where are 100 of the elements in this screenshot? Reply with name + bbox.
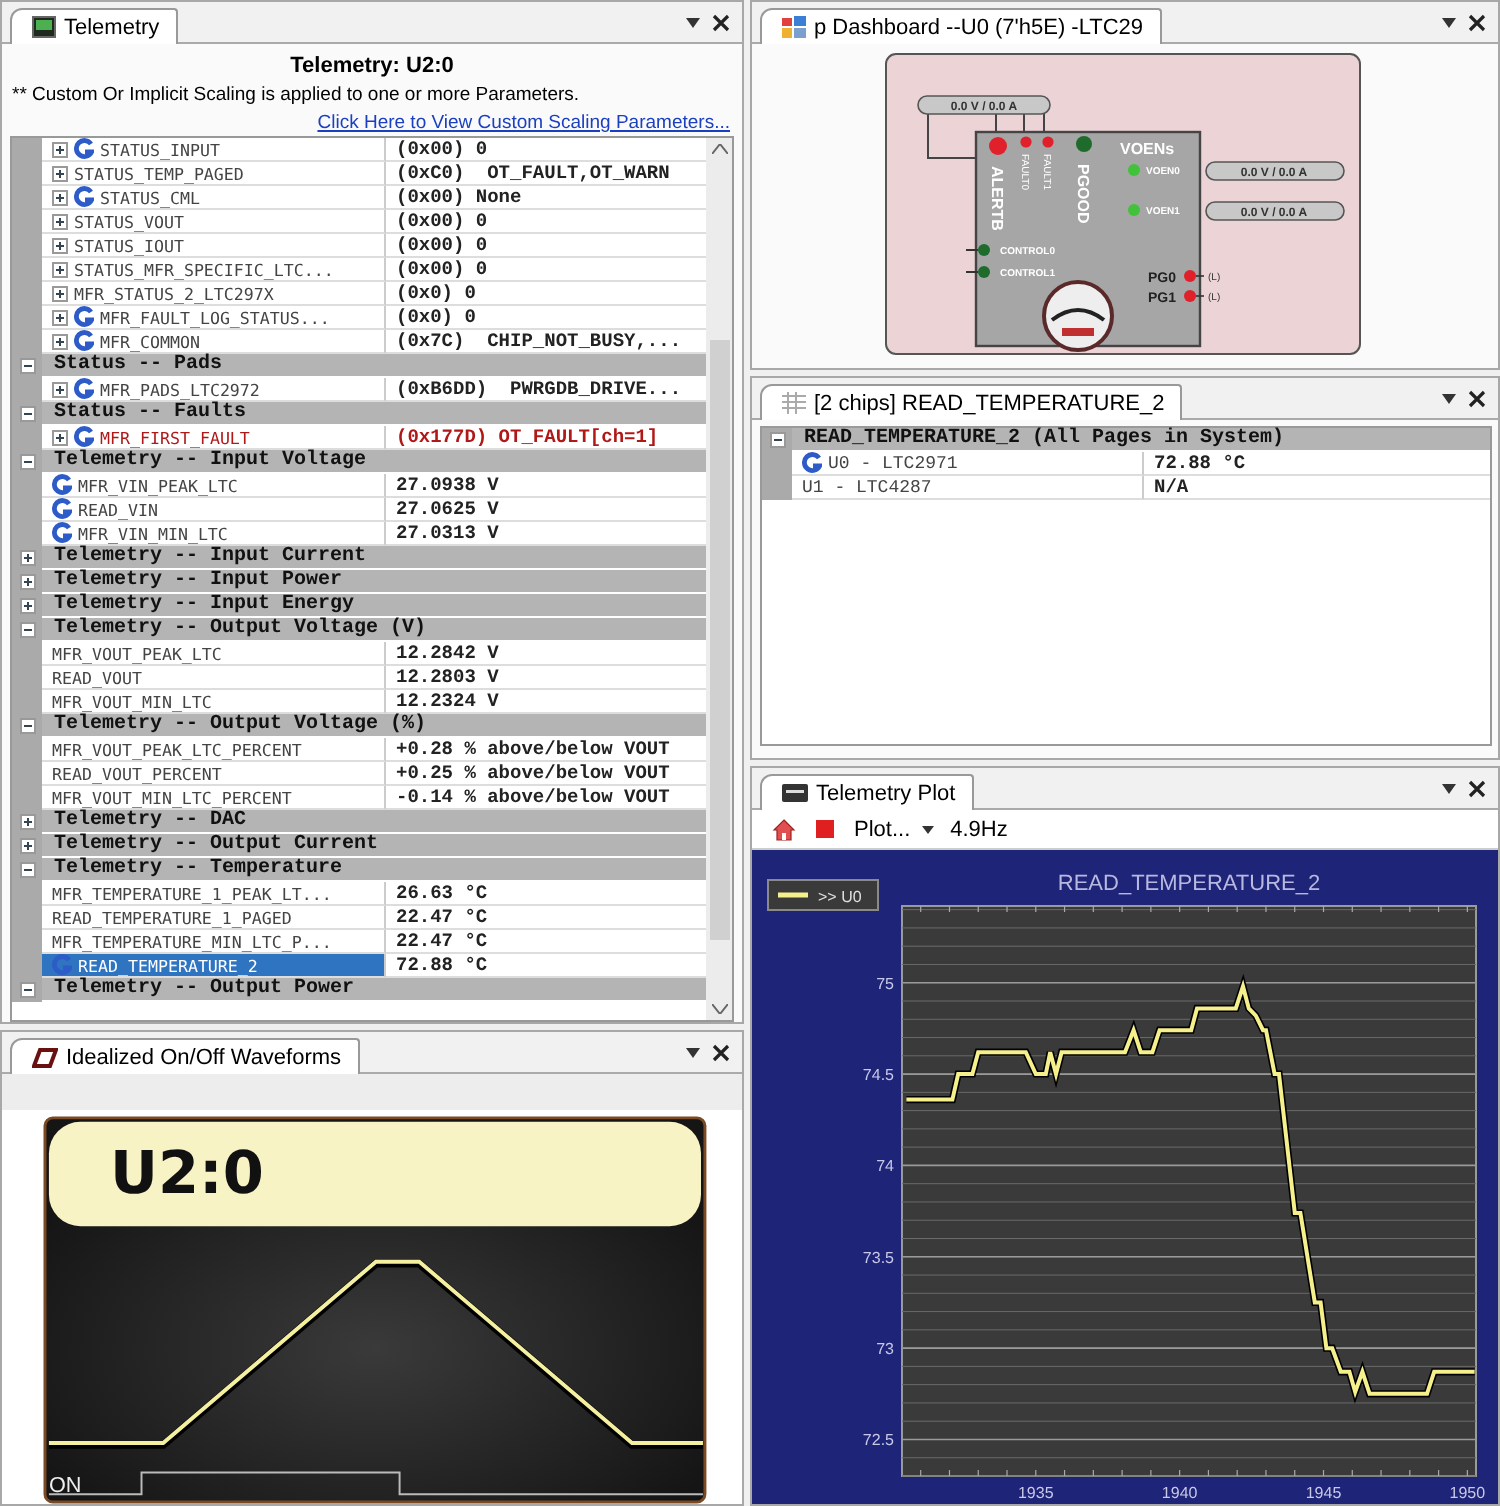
parameter-name[interactable]: READ_VIN [42,498,386,522]
close-icon[interactable] [1468,390,1486,408]
parameter-name[interactable]: MFR_COMMON [42,330,386,354]
expander-icon[interactable] [19,862,35,878]
expander-icon[interactable] [19,838,35,854]
expander-icon[interactable] [52,189,68,205]
close-icon[interactable] [712,1044,730,1062]
expander-icon[interactable] [52,429,68,445]
group-header[interactable]: READ_TEMPERATURE_2 (All Pages in System) [792,428,1490,452]
expander-icon[interactable] [19,574,35,590]
expander-icon[interactable] [52,261,68,277]
group-header[interactable]: Telemetry -- Temperature [42,858,706,882]
group-header[interactable]: Telemetry -- Output Current [42,834,706,858]
group-header[interactable]: Telemetry -- Output Voltage (%) [42,714,706,738]
group-header[interactable]: Status -- Pads [42,354,706,378]
expander-icon[interactable] [19,406,35,422]
group-header[interactable]: Telemetry -- Output Power [42,978,706,1002]
dropdown-icon[interactable] [686,1048,700,1058]
parameter-name[interactable]: READ_TEMPERATURE_1_PAGED [42,906,386,930]
chip-name[interactable]: U0 - LTC2971 [792,452,1144,476]
x-tick-label: 1940 [1161,1484,1198,1502]
expander-icon[interactable] [52,333,68,349]
dropdown-icon[interactable] [1442,394,1456,404]
parameter-name[interactable]: MFR_STATUS_2_LTC297X [42,282,386,306]
group-header[interactable]: Telemetry -- Input Power [42,570,706,594]
expander-icon[interactable] [19,598,35,614]
parameter-name[interactable]: MFR_VOUT_PEAK_LTC [42,642,386,666]
parameter-name[interactable]: MFR_FAULT_LOG_STATUS... [42,306,386,330]
panel-tab[interactable]: Idealized On/Off Waveforms [10,1038,360,1074]
scaling-link[interactable]: Click Here to View Custom Scaling Parameters... [317,112,730,134]
panel-tab[interactable]: Telemetry Plot [760,774,974,810]
expander-icon[interactable] [52,213,68,229]
parameter-name[interactable]: STATUS_MFR_SPECIFIC_LTC... [42,258,386,282]
dropdown-icon[interactable] [1442,784,1456,794]
parameter-name[interactable]: MFR_PADS_LTC2972 [42,378,386,402]
close-icon[interactable] [1468,780,1486,798]
group-header[interactable]: Telemetry -- DAC [42,810,706,834]
panel-tab[interactable]: [2 chips] READ_TEMPERATURE_2 [760,384,1183,420]
scrollbar[interactable] [706,138,732,1020]
parameter-name[interactable]: STATUS_IOUT [42,234,386,258]
expander-icon[interactable] [52,381,68,397]
parameter-name[interactable]: STATUS_TEMP_PAGED [42,162,386,186]
dropdown-icon[interactable] [686,18,700,28]
expander-icon[interactable] [19,622,35,638]
group-header[interactable]: Telemetry -- Input Current [42,546,706,570]
parameter-value: 26.63 °C [386,882,706,906]
expander-icon[interactable] [19,358,35,374]
parameter-name[interactable]: READ_VOUT [42,666,386,690]
expander-icon[interactable] [19,718,35,734]
expander-icon[interactable] [19,454,35,470]
parameter-name[interactable]: STATUS_INPUT [42,138,386,162]
chip-name[interactable]: U1 - LTC4287 [792,476,1144,500]
parameter-value: (0x7C) CHIP_NOT_BUSY,... [386,330,706,354]
expander-icon[interactable] [769,432,785,448]
group-header[interactable]: Telemetry -- Input Energy [42,594,706,618]
g-icon [74,378,94,400]
parameter-name[interactable]: MFR_VOUT_MIN_LTC_PERCENT [42,786,386,810]
group-header[interactable]: Telemetry -- Output Voltage (V) [42,618,706,642]
close-icon[interactable] [712,14,730,32]
panel-title: Telemetry: U2:0 [288,52,456,82]
expander-icon[interactable] [52,285,68,301]
row-header [12,138,42,162]
parameter-value: +0.28 % above/below VOUT [386,738,706,762]
group-header[interactable]: Telemetry -- Input Voltage [42,450,706,474]
expander-icon[interactable] [52,309,68,325]
parameter-name[interactable]: MFR_FIRST_FAULT [42,426,386,450]
g-icon [802,452,822,474]
parameter-name[interactable]: MFR_VIN_MIN_LTC [42,522,386,546]
blocks-icon [782,16,806,38]
parameter-name[interactable]: STATUS_VOUT [42,210,386,234]
parameter-name[interactable]: MFR_TEMPERATURE_1_PEAK_LT... [42,882,386,906]
panel-tab[interactable]: p Dashboard --U0 (7'h5E) -LTC29 [760,8,1162,44]
parameter-name[interactable]: MFR_VOUT_MIN_LTC [42,690,386,714]
scroll-up-icon[interactable] [711,144,727,154]
expander-icon[interactable] [52,141,68,157]
parameter-name[interactable]: MFR_VIN_PEAK_LTC [42,474,386,498]
legend: >> U0 [767,879,879,911]
stop-button[interactable] [812,820,838,838]
plot-menu[interactable]: Plot... [850,817,939,841]
home-icon [772,817,796,841]
group-header[interactable]: Status -- Faults [42,402,706,426]
parameter-value: 12.2842 V [386,642,706,666]
home-button[interactable] [768,817,800,841]
expander-icon[interactable] [19,550,35,566]
monitor-icon [32,16,56,38]
parameter-name[interactable]: STATUS_CML [42,186,386,210]
expander-icon[interactable] [52,237,68,253]
expander-icon[interactable] [19,982,35,998]
panel-tab[interactable]: Telemetry [10,8,178,44]
parameter-name[interactable]: MFR_TEMPERATURE_MIN_LTC_P... [42,930,386,954]
parameter-name[interactable]: MFR_VOUT_PEAK_LTC_PERCENT [42,738,386,762]
parameter-name[interactable]: READ_TEMPERATURE_2 [42,954,386,978]
chart-title: READ_TEMPERATURE_2 [1057,872,1321,896]
dropdown-icon[interactable] [1442,18,1456,28]
expander-icon[interactable] [19,814,35,830]
close-icon[interactable] [1468,14,1486,32]
scroll-down-icon[interactable] [711,1004,727,1014]
pin-label: PGOOD [1074,164,1092,224]
expander-icon[interactable] [52,165,68,181]
parameter-name[interactable]: READ_VOUT_PERCENT [42,762,386,786]
